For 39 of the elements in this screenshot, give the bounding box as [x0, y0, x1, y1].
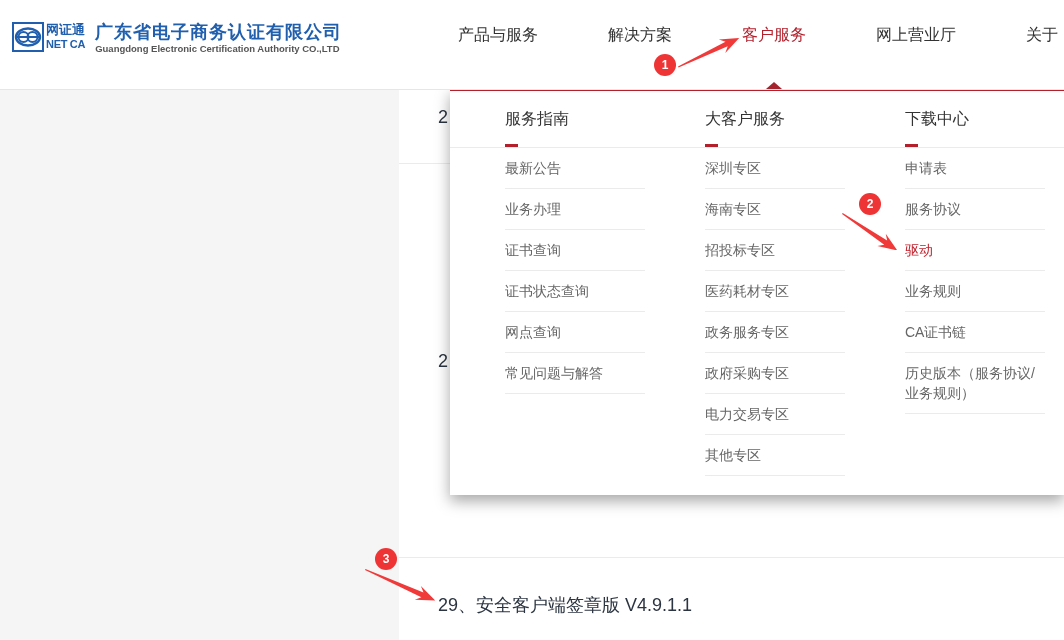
menu-item[interactable]: 政务服务专区 — [705, 312, 845, 353]
arrow-icon — [677, 38, 739, 68]
menu-item[interactable]: 常见问题与解答 — [505, 353, 645, 394]
nav-link[interactable]: 解决方案 — [608, 23, 672, 47]
company-name-english: Guangdong Electronic Certification Authority CO.,LTD — [95, 43, 341, 54]
nav-link[interactable]: 网上营业厅 — [876, 23, 956, 47]
logo-icon — [12, 22, 44, 52]
menu-item[interactable]: 申请表 — [905, 148, 1045, 189]
menu-item[interactable]: 证书查询 — [505, 230, 645, 271]
menu-item[interactable]: CA证书链 — [905, 312, 1045, 353]
menu-item[interactable]: 证书状态查询 — [505, 271, 645, 312]
menu-item[interactable]: 医药耗材专区 — [705, 271, 845, 312]
menu-item[interactable]: 业务办理 — [505, 189, 645, 230]
menu-item[interactable]: 深圳专区 — [705, 148, 845, 189]
menu-item[interactable]: 历史版本（服务协议/业务规则） — [905, 353, 1045, 414]
column-heading: 下载中心 — [905, 109, 969, 129]
menu-item[interactable]: 驱动 — [905, 230, 1045, 271]
menu-item[interactable]: 海南专区 — [705, 189, 845, 230]
nav-link[interactable]: 关于 — [1026, 23, 1058, 47]
article-title[interactable]: 29、安全客户端签章版 V4.9.1.1 — [438, 593, 693, 617]
arrow-icon — [364, 569, 435, 601]
nav-link[interactable]: 产品与服务 — [458, 23, 538, 47]
article-title[interactable]: 2 — [438, 348, 448, 373]
logo-mark-text: 网证通 — [46, 22, 86, 37]
logo-mark-text: NET CA — [46, 37, 86, 52]
menu-item[interactable]: 网点查询 — [505, 312, 645, 353]
menu-item[interactable]: 服务协议 — [905, 189, 1045, 230]
article-title[interactable]: 2 — [438, 105, 448, 129]
arrow-icon — [841, 212, 897, 250]
company-name: 广东省电子商务认证有限公司 — [95, 22, 343, 42]
menu-item[interactable]: 其他专区 — [705, 435, 845, 476]
column-heading: 大客户服务 — [705, 109, 785, 129]
menu-item[interactable]: 招投标专区 — [705, 230, 845, 271]
menu-item[interactable]: 业务规则 — [905, 271, 1045, 312]
nav-link[interactable]: 客户服务 — [742, 23, 806, 47]
menu-item[interactable]: 最新公告 — [505, 148, 645, 189]
menu-item[interactable]: 政府采购专区 — [705, 353, 845, 394]
column-heading: 服务指南 — [505, 109, 569, 129]
menu-item[interactable]: 电力交易专区 — [705, 394, 845, 435]
